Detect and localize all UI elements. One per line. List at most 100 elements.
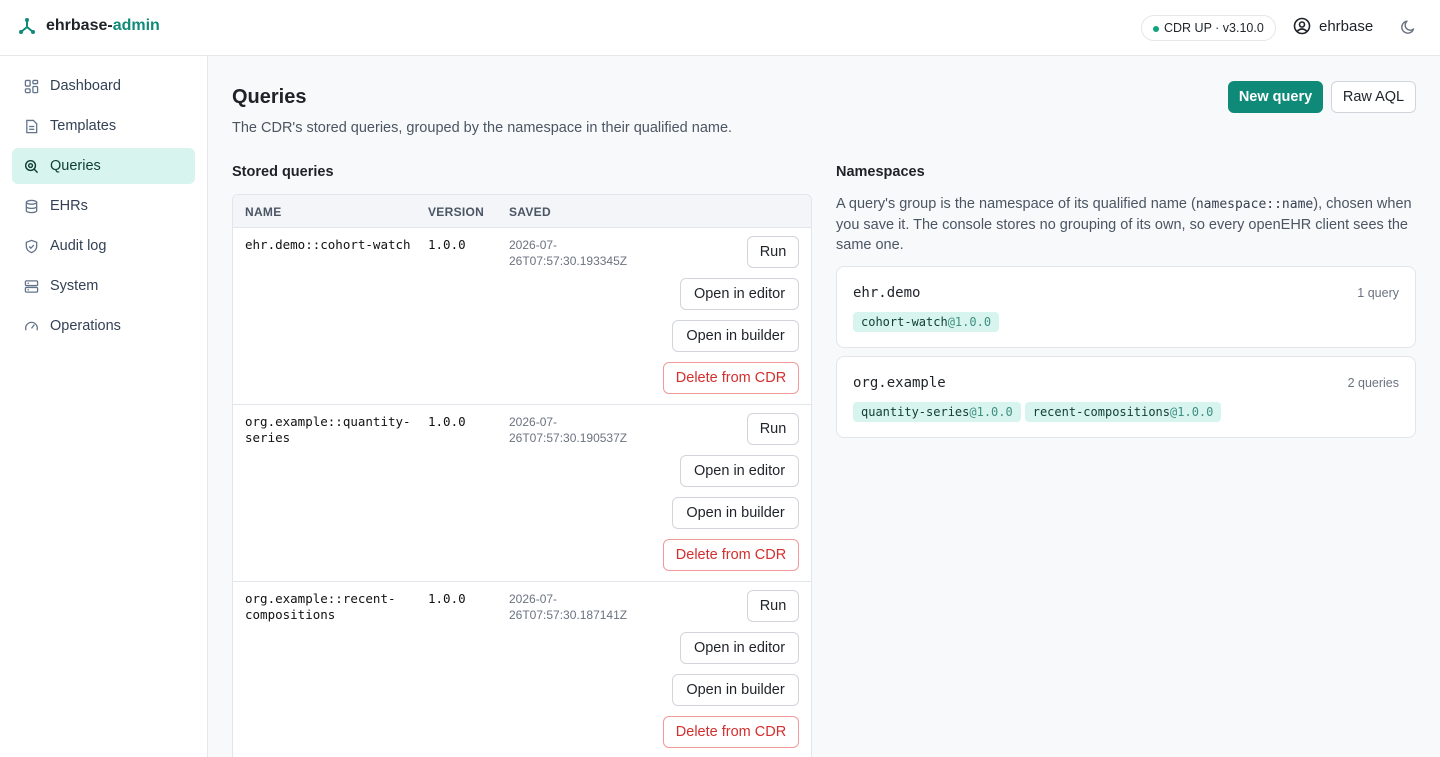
query-name-line: org.example::quantity- (245, 414, 411, 429)
top-bar: ehrbase-admin CDR UP · v3.10.0 ehrbase (0, 0, 1440, 56)
open-in-builder-button[interactable]: Open in builder (672, 674, 799, 706)
namespace-queries: cohort-watch@1.0.0 (853, 312, 1000, 332)
moon-icon (1401, 20, 1415, 34)
table-header: NAME VERSION SAVED (233, 195, 811, 228)
sidebar-item-label: Operations (50, 318, 121, 334)
query-name-line: org.example::recent- (245, 591, 396, 606)
cdr-status-text: CDR UP · v3.10.0 (1164, 21, 1264, 35)
open-in-builder-button[interactable]: Open in builder (672, 497, 799, 529)
table-row: org.example::recent- compositions 1.0.0 … (233, 582, 811, 757)
query-name: org.example::recent- compositions (245, 591, 415, 623)
chip-name: recent-compositions (1032, 405, 1171, 419)
delete-from-cdr-button[interactable]: Delete from CDR (663, 716, 799, 748)
description-code: namespace::name (1195, 197, 1314, 212)
query-icon (24, 159, 39, 173)
server-icon (24, 279, 39, 293)
theme-toggle-button[interactable] (1399, 18, 1419, 38)
page-title: Queries (232, 86, 307, 108)
chip-version: @1.0.0 (947, 315, 992, 329)
query-name: ehr.demo::cohort-watch (245, 237, 415, 253)
query-name-line: series (245, 430, 291, 445)
sidebar-item-queries[interactable]: Queries (12, 148, 195, 184)
chip-name: quantity-series (861, 405, 970, 419)
column-header-name: NAME (245, 205, 282, 219)
cdr-status-badge: CDR UP · v3.10.0 (1141, 15, 1276, 41)
namespace-queries: quantity-series@1.0.0 recent-composition… (853, 402, 1222, 422)
saved-line: 2026-07- (509, 415, 558, 429)
sidebar-item-operations[interactable]: Operations (12, 308, 195, 344)
chip-name: cohort-watch (861, 315, 948, 329)
database-icon (25, 199, 38, 213)
namespace-count: 2 queries (1347, 376, 1399, 390)
user-circle-icon (1293, 17, 1311, 35)
query-chip[interactable]: cohort-watch@1.0.0 (853, 312, 1000, 332)
query-saved: 2026-07- 26T07:57:30.190537Z (509, 414, 649, 446)
query-chip[interactable]: recent-compositions@1.0.0 (1024, 402, 1222, 422)
stored-queries-table: NAME VERSION SAVED ehr.demo::cohort-watc… (232, 194, 812, 757)
new-query-button[interactable]: New query (1228, 81, 1323, 113)
user-name: ehrbase (1319, 17, 1374, 35)
page-subtitle: The CDR's stored queries, grouped by the… (232, 120, 733, 136)
main-content: Queries The CDR's stored queries, groupe… (208, 56, 1440, 757)
chip-version: @1.0.0 (1170, 405, 1214, 419)
brand-name: ehrbase- (46, 17, 113, 34)
table-row: org.example::quantity- series 1.0.0 2026… (233, 405, 811, 582)
brand[interactable]: ehrbase-admin (18, 17, 160, 35)
sidebar-item-system[interactable]: System (12, 268, 195, 304)
sidebar-item-ehrs[interactable]: EHRs (12, 188, 195, 224)
saved-line: 26T07:57:30.187141Z (509, 608, 628, 622)
namespace-count: 1 query (1357, 286, 1399, 300)
table-row: ehr.demo::cohort-watch 1.0.0 2026-07- 26… (233, 228, 811, 405)
open-in-builder-button[interactable]: Open in builder (672, 320, 799, 352)
column-header-saved: SAVED (509, 205, 551, 219)
brand-suffix: admin (112, 17, 160, 34)
sidebar-item-label: System (50, 278, 99, 294)
description-text: A query's group is the namespace of its … (836, 196, 1196, 212)
namespace-name: org.example (853, 375, 946, 391)
column-header-version: VERSION (428, 205, 485, 219)
user-menu[interactable]: ehrbase (1293, 17, 1373, 35)
namespaces-title: Namespaces (836, 164, 925, 180)
sidebar-item-label: Dashboard (50, 78, 121, 94)
sidebar-item-audit-log[interactable]: Audit log (12, 228, 195, 264)
logo-icon (19, 18, 35, 34)
namespaces-description: A query's group is the namespace of its … (836, 194, 1416, 255)
query-version: 1.0.0 (428, 591, 466, 606)
run-button[interactable]: Run (747, 590, 799, 622)
stored-queries-title: Stored queries (232, 164, 334, 180)
gauge-icon (25, 321, 38, 330)
sidebar-item-dashboard[interactable]: Dashboard (12, 68, 195, 104)
query-name-line: ehr.demo::cohort-watch (245, 237, 411, 252)
saved-line: 26T07:57:30.193345Z (509, 254, 628, 268)
delete-from-cdr-button[interactable]: Delete from CDR (663, 539, 799, 571)
raw-aql-button[interactable]: Raw AQL (1331, 81, 1416, 113)
query-chip[interactable]: quantity-series@1.0.0 (853, 402, 1021, 422)
sidebar-item-label: EHRs (50, 198, 88, 214)
query-name: org.example::quantity- series (245, 414, 415, 446)
query-saved: 2026-07- 26T07:57:30.193345Z (509, 237, 649, 269)
query-saved: 2026-07- 26T07:57:30.187141Z (509, 591, 649, 623)
status-dot-icon (1153, 26, 1159, 32)
sidebar-item-label: Audit log (50, 238, 107, 254)
shield-icon (25, 239, 38, 253)
query-version: 1.0.0 (428, 237, 466, 252)
run-button[interactable]: Run (747, 236, 799, 268)
delete-from-cdr-button[interactable]: Delete from CDR (663, 362, 799, 394)
run-button[interactable]: Run (747, 413, 799, 445)
chip-version: @1.0.0 (969, 405, 1013, 419)
namespace-name: ehr.demo (853, 285, 921, 301)
saved-line: 2026-07- (509, 238, 558, 252)
saved-line: 2026-07- (509, 592, 558, 606)
sidebar-item-templates[interactable]: Templates (12, 108, 195, 144)
open-in-editor-button[interactable]: Open in editor (680, 455, 799, 487)
query-name-line: compositions (245, 607, 336, 622)
dashboard-icon (24, 79, 39, 93)
namespace-card: org.example 2 queries quantity-series@1.… (836, 356, 1416, 438)
sidebar: Dashboard Templates Queries EHRs Audit l… (0, 56, 208, 757)
open-in-editor-button[interactable]: Open in editor (680, 278, 799, 310)
saved-line: 26T07:57:30.190537Z (509, 431, 628, 445)
namespace-card: ehr.demo 1 query cohort-watch@1.0.0 (836, 266, 1416, 348)
open-in-editor-button[interactable]: Open in editor (680, 632, 799, 664)
query-version: 1.0.0 (428, 414, 466, 429)
template-icon (26, 119, 38, 133)
